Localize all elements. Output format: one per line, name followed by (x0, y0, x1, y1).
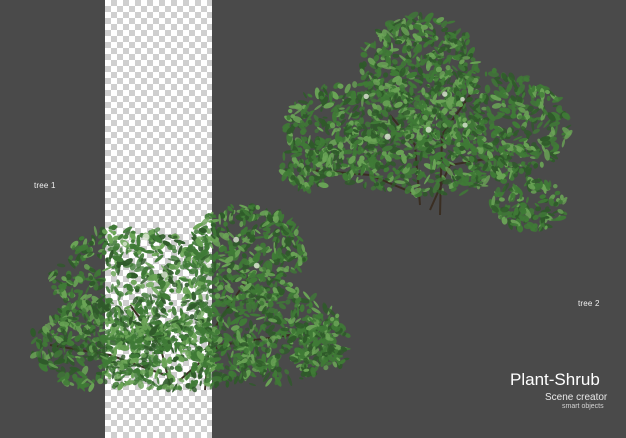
canvas: tree 1 tree 2 Plant-Shrub Scene creator … (0, 0, 626, 438)
tree-2-label: tree 2 (578, 299, 600, 308)
brand-title: Plant-Shrub (510, 370, 600, 389)
brand-tagline: smart objects (562, 403, 604, 410)
brand-subtitle: Scene creator (545, 392, 608, 403)
tree-1-shrub (29, 203, 351, 393)
tree-1-label: tree 1 (34, 181, 56, 190)
